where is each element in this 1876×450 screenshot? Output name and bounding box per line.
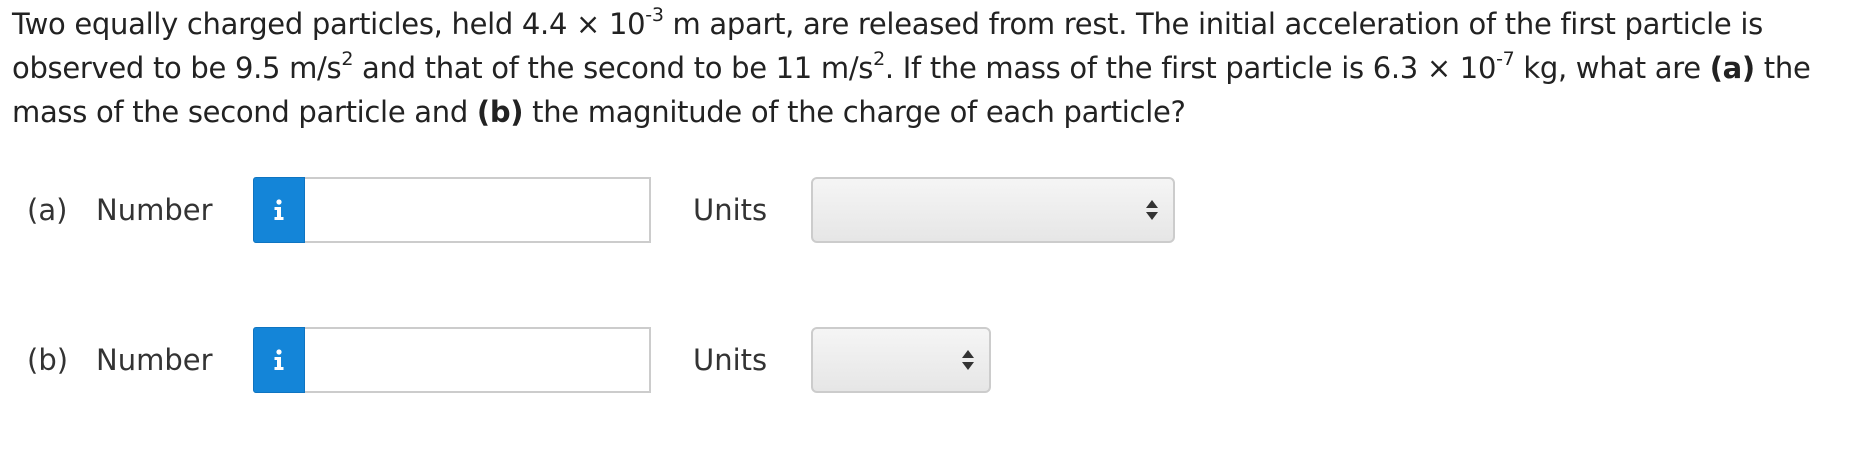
number-input-b[interactable] [305, 327, 651, 393]
units-label-a: Units [693, 193, 768, 227]
number-input-group-b [253, 327, 651, 393]
part-label-a: (a) [27, 193, 68, 227]
problem-text-question: kg, what are [1514, 51, 1710, 85]
answer-row-b: (b) Number Units [0, 327, 1876, 393]
sort-arrows-icon [962, 350, 974, 370]
problem-statement: Two equally charged particles, held 4.4 … [12, 2, 1872, 134]
exponent-mass: -7 [1496, 48, 1515, 71]
number-input-group-a [253, 177, 651, 243]
part-b-text: the magnitude of the charge of each part… [523, 95, 1186, 129]
exponent-accel-second: 2 [873, 48, 885, 71]
info-button-a[interactable] [253, 177, 305, 243]
units-select-a[interactable] [811, 177, 1175, 243]
number-label-b: Number [96, 343, 213, 377]
number-input-a[interactable] [305, 177, 651, 243]
problem-text-mass: . If the mass of the first particle is 6… [884, 51, 1497, 85]
sort-arrows-icon [1146, 200, 1158, 220]
exponent-accel-first: 2 [341, 48, 354, 71]
info-icon [274, 199, 284, 220]
number-label-a: Number [96, 193, 213, 227]
units-label-b: Units [693, 343, 768, 377]
part-label-b: (b) [27, 343, 69, 377]
info-button-b[interactable] [253, 327, 305, 393]
problem-text-intro: Two equally charged particles, held 4.4 … [12, 7, 646, 41]
info-icon [274, 349, 284, 370]
answer-row-a: (a) Number Units [0, 177, 1876, 243]
units-select-b[interactable] [811, 327, 991, 393]
part-a-marker: (a) [1709, 51, 1755, 85]
problem-text-accel: and that of the second to be 11 m/s [353, 51, 874, 85]
exponent-distance: -3 [645, 4, 664, 27]
part-b-marker: (b) [476, 95, 524, 129]
